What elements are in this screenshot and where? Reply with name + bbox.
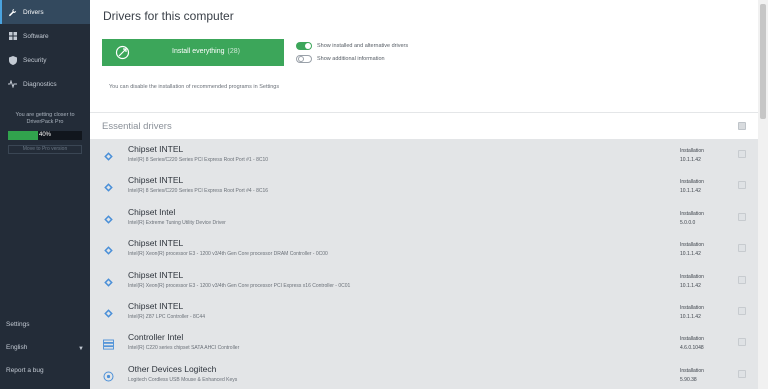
sidebar-item-software[interactable]: Software	[0, 24, 90, 48]
page-title: Drivers for this computer	[103, 9, 234, 23]
progress-fill	[8, 131, 38, 140]
driver-name: Chipset INTEL	[128, 301, 184, 311]
pro-promo: You are getting closer to DriverPack Pro	[0, 112, 90, 126]
chipset-icon	[103, 306, 114, 318]
install-status: Installation	[680, 367, 704, 374]
driver-name: Chipset INTEL	[128, 269, 184, 280]
toggle-additional-row[interactable]: Show additional information	[296, 55, 385, 63]
driver-description: Intel(R) Extreme Tuning Utility Device D…	[128, 219, 226, 226]
scrollbar-thumb[interactable]	[760, 4, 766, 119]
driver-version: 10.1.1.42	[680, 282, 701, 289]
driver-name: Chipset INTEL	[128, 175, 184, 186]
driver-row[interactable]: Chipset Intel Intel(R) Extreme Tuning Uti…	[90, 202, 758, 233]
sidebar-item-label: Drivers	[23, 8, 44, 16]
chipset-icon	[103, 180, 114, 193]
driver-version: 10.1.1.42	[680, 314, 701, 320]
chipset-icon	[103, 149, 114, 161]
section-header	[90, 112, 758, 140]
driver-description: Intel(R) Z87 LPC Controller - 8C44	[128, 314, 205, 320]
promo-text-line1: You are getting closer to	[15, 112, 75, 118]
driver-row[interactable]: Chipset INTEL Intel(R) 8 Series/C220 Seri…	[90, 139, 758, 170]
driver-version: 5.90.38	[680, 376, 697, 383]
main-content: Drivers for this computer Install everyt…	[90, 0, 758, 389]
install-status: Installation	[680, 242, 704, 249]
driver-checkbox[interactable]	[738, 212, 746, 221]
driver-name: Chipset Intel	[128, 206, 176, 217]
driver-description: Logitech Cordless USB Mouse & Enhanced K…	[128, 376, 238, 383]
toggle-additional-switch[interactable]	[296, 55, 312, 63]
chipset-icon	[103, 243, 114, 255]
sidebar-item-label: Software	[23, 32, 49, 40]
settings-hint: You can disable the installation of reco…	[109, 84, 280, 90]
toggle-additional-label: Show additional information	[317, 56, 385, 62]
driver-name: Other Devices Logitech	[128, 363, 217, 374]
driver-description: Intel(R) Xeon(R) processor E3 - 1200 v3/…	[128, 251, 328, 258]
driver-row[interactable]: Chipset INTEL Intel(R) Z87 LPC Controller…	[90, 296, 758, 327]
driver-description: Intel(R) C220 series chipset SATA AHCI C…	[128, 345, 240, 352]
driver-checkbox[interactable]	[738, 181, 746, 190]
driver-checkbox[interactable]	[738, 338, 746, 347]
select-all-checkbox[interactable]	[738, 122, 746, 130]
language-select[interactable]: English	[6, 344, 27, 351]
sidebar-item-label: Diagnostics	[23, 80, 57, 88]
pro-progress-bar: 40%	[8, 131, 82, 140]
install-status: Installation	[680, 179, 704, 186]
install-button-count: (28)	[227, 48, 240, 55]
scrollbar[interactable]	[758, 0, 768, 389]
device-icon	[103, 369, 114, 382]
install-status: Installation	[680, 273, 704, 280]
promo-text-line2: DriverPack Pro	[26, 119, 64, 125]
pulse-icon	[8, 80, 17, 89]
chipset-icon	[103, 212, 114, 224]
install-everything-button[interactable]: Install everything (28)	[102, 39, 284, 66]
controller-icon	[103, 337, 114, 350]
progress-percent: 40%	[39, 132, 52, 138]
driver-name: Chipset INTEL	[128, 144, 184, 154]
sidebar-item-diagnostics[interactable]: Diagnostics	[0, 72, 90, 96]
shield-icon	[8, 55, 17, 65]
chipset-icon	[103, 275, 114, 287]
driver-checkbox[interactable]	[738, 307, 746, 315]
driver-version: 10.1.1.42	[680, 251, 701, 258]
driver-checkbox[interactable]	[738, 244, 746, 253]
install-button-label: Install everything	[172, 48, 225, 55]
sidebar: Drivers Software Security Diagnostics Yo…	[0, 0, 90, 389]
install-status: Installation	[680, 305, 704, 311]
driver-version: 5.0.0.0	[680, 219, 696, 226]
driver-row[interactable]: Chipset INTEL Intel(R) Xeon(R) processor …	[90, 233, 758, 264]
install-status: Installation	[680, 210, 704, 217]
toggle-alternative-row[interactable]: Show installed and alternative drivers	[296, 42, 408, 50]
install-status: Installation	[680, 336, 704, 343]
sidebar-item-label: Security	[23, 56, 47, 64]
driver-checkbox[interactable]	[738, 275, 746, 284]
move-to-pro-button[interactable]: Move to Pro version	[8, 145, 82, 154]
install-icon	[115, 45, 130, 60]
driver-checkbox[interactable]	[738, 369, 746, 378]
driver-description: Intel(R) 8 Series/C220 Series PCI Expres…	[128, 157, 269, 163]
driver-description: Intel(R) Xeon(R) processor E3 - 1200 v3/…	[128, 282, 351, 289]
sidebar-item-security[interactable]: Security	[0, 48, 90, 72]
driver-version: 10.1.1.42	[680, 157, 701, 163]
toggle-alternative-switch[interactable]	[296, 42, 312, 50]
driver-version: 10.1.1.42	[680, 188, 701, 195]
wrench-icon	[8, 8, 17, 17]
toggle-alternative-label: Show installed and alternative drivers	[317, 43, 409, 49]
driver-description: Intel(R) 8 Series/C220 Series PCI Expres…	[128, 188, 269, 195]
chevron-down-icon[interactable]: ▼	[78, 346, 84, 352]
grid-icon	[8, 32, 17, 41]
driver-name: Controller Intel	[128, 332, 184, 343]
sidebar-item-drivers[interactable]: Drivers	[0, 0, 90, 24]
driver-checkbox[interactable]	[738, 150, 746, 158]
driver-name: Chipset INTEL	[128, 238, 184, 249]
driver-row[interactable]: Chipset INTEL Intel(R) 8 Series/C220 Seri…	[90, 170, 758, 201]
settings-link[interactable]: Settings	[6, 321, 30, 328]
driver-list: Chipset INTEL Intel(R) 8 Series/C220 Seri…	[90, 139, 758, 389]
driver-version: 4.6.0.1048	[680, 345, 704, 352]
driver-row[interactable]: Chipset INTEL Intel(R) Xeon(R) processor …	[90, 265, 758, 296]
report-bug-link[interactable]: Report a bug	[6, 367, 44, 374]
install-status: Installation	[680, 148, 704, 154]
driver-row[interactable]: Controller Intel Intel(R) C220 series chi…	[90, 327, 758, 358]
section-title: Essential drivers	[102, 121, 172, 132]
driver-row[interactable]: Other Devices Logitech Logitech Cordless …	[90, 359, 758, 389]
